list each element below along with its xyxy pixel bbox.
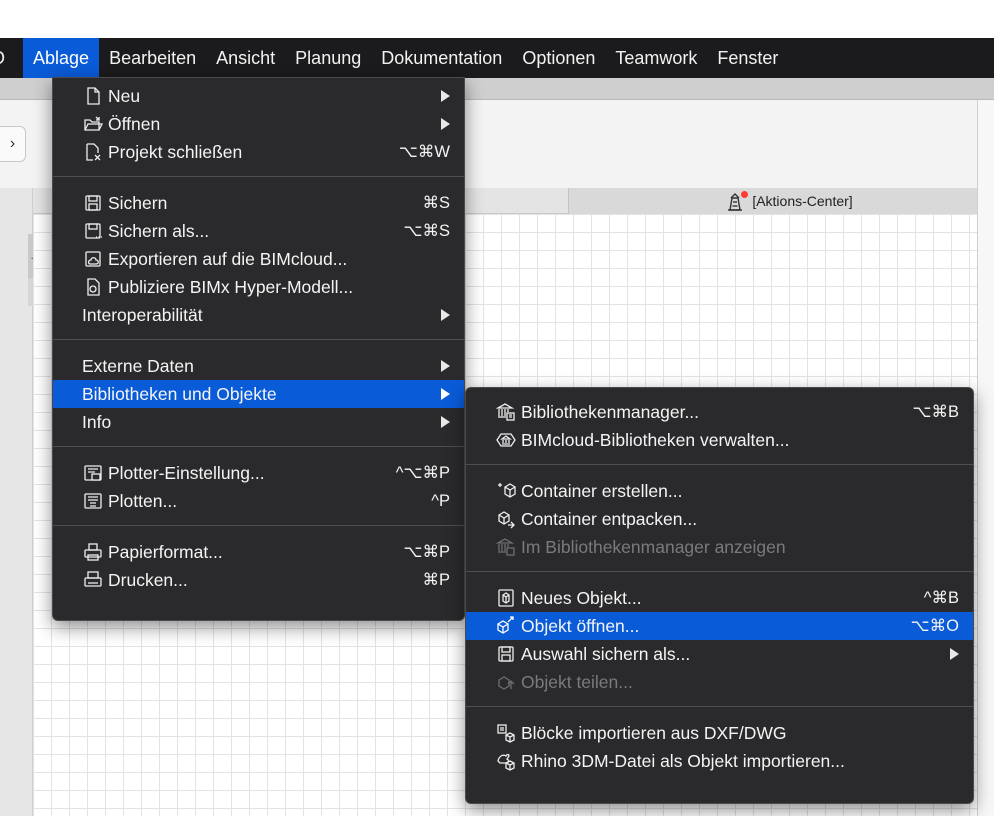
notification-dot [741,191,749,198]
menu-separator [466,464,973,465]
menu-item-sichern-als[interactable]: Sichern als... ⌥⌘S [53,217,464,245]
menu-separator [466,571,973,572]
open-object-icon [495,615,517,637]
menubar-item-teamwork[interactable]: Teamwork [605,38,707,78]
menubar-item-bearbeiten[interactable]: Bearbeiten [99,38,206,78]
submenu-arrow-icon [950,648,959,660]
rhino-import-icon [495,750,517,772]
menubar-item-ansicht[interactable]: Ansicht [206,38,285,78]
tab-label: [Aktions-Center] [752,193,853,209]
ablage-menu: Neu Öffnen Projekt schließen ⌥⌘W Sichern… [52,77,465,621]
menu-item-interoperabilitaet[interactable]: Interoperabilität [53,301,464,329]
bibliotheken-submenu: Bibliothekenmanager... ⌥⌘B BIMcloud-Bibl… [465,387,974,804]
menu-item-bibliotheken-und-objekte[interactable]: Bibliotheken und Objekte [53,380,464,408]
new-object-icon [495,587,517,609]
menu-item-objekt-teilen: Objekt teilen... [466,668,973,696]
menu-item-papierformat[interactable]: Papierformat... ⌥⌘P [53,538,464,566]
close-document-icon [82,141,104,163]
menu-item-plotter-einstellung[interactable]: Plotter-Einstellung... ^⌥⌘P [53,459,464,487]
menu-item-neues-objekt[interactable]: Neues Objekt... ^⌘B [466,584,973,612]
container-extract-icon [495,508,517,530]
plotter-settings-icon [82,462,104,484]
bimcloud-library-icon [495,429,517,451]
menu-item-auswahl-sichern-als[interactable]: Auswahl sichern als... [466,640,973,668]
share-object-icon [495,671,517,693]
menu-separator [53,525,464,526]
right-panel-edge [977,100,994,816]
menubar-item-optionen[interactable]: Optionen [512,38,605,78]
menu-item-bibliothekenmanager[interactable]: Bibliothekenmanager... ⌥⌘B [466,398,973,426]
page-setup-icon [82,541,104,563]
bimx-icon [82,276,104,298]
import-blocks-icon [495,722,517,744]
submenu-arrow-icon [441,118,450,130]
menu-separator [53,176,464,177]
menu-item-rhino-importieren[interactable]: Rhino 3DM-Datei als Objekt importieren..… [466,747,973,775]
menubar-item-fenster[interactable]: Fenster [707,38,788,78]
submenu-arrow-icon [441,90,450,102]
save-selection-icon [495,643,517,665]
menu-item-objekt-oeffnen[interactable]: Objekt öffnen... ⌥⌘O [466,612,973,640]
menu-bar: D Ablage Bearbeiten Ansicht Planung Doku… [0,38,994,78]
menu-item-neu[interactable]: Neu [53,82,464,110]
menubar-item-dokumentation[interactable]: Dokumentation [371,38,512,78]
library-show-icon [495,536,517,558]
tab-aktions-center[interactable]: [Aktions-Center] [568,188,994,214]
lighthouse-icon [724,190,749,212]
sidebar-toggle-button[interactable]: › [0,126,26,162]
export-cloud-icon [82,248,104,270]
menu-item-container-entpacken[interactable]: Container entpacken... [466,505,973,533]
menu-item-exportieren-bimcloud[interactable]: Exportieren auf die BIMcloud... [53,245,464,273]
menu-item-bloecke-importieren[interactable]: Blöcke importieren aus DXF/DWG [466,719,973,747]
library-manager-icon [495,401,517,423]
menubar-item-ablage[interactable]: Ablage [23,38,100,78]
submenu-arrow-icon [441,360,450,372]
menu-item-plotten[interactable]: Plotten... ^P [53,487,464,515]
menubar-item-planung[interactable]: Planung [285,38,371,78]
menu-separator [53,339,464,340]
menu-item-publiziere-bimx[interactable]: Publiziere BIMx Hyper-Modell... [53,273,464,301]
new-document-icon [82,85,104,107]
menubar-item-app[interactable]: D [0,38,23,78]
submenu-arrow-icon [441,416,450,428]
menu-item-bimcloud-bibliotheken[interactable]: BIMcloud-Bibliotheken verwalten... [466,426,973,454]
container-create-icon [495,480,517,502]
submenu-arrow-icon [441,388,450,400]
save-icon [82,192,104,214]
menu-item-info[interactable]: Info [53,408,464,436]
open-folder-icon [82,113,104,135]
save-as-icon [82,220,104,242]
menu-separator [53,446,464,447]
menu-item-im-bibliothekenmanager-anzeigen: Im Bibliothekenmanager anzeigen [466,533,973,561]
submenu-arrow-icon [441,309,450,321]
menu-item-drucken[interactable]: Drucken... ⌘P [53,566,464,594]
menu-item-container-erstellen[interactable]: Container erstellen... [466,477,973,505]
menu-item-sichern[interactable]: Sichern ⌘S [53,189,464,217]
menu-item-oeffnen[interactable]: Öffnen [53,110,464,138]
plotter-icon [82,490,104,512]
menu-item-projekt-schliessen[interactable]: Projekt schließen ⌥⌘W [53,138,464,166]
menu-separator [466,706,973,707]
menu-item-externe-daten[interactable]: Externe Daten [53,352,464,380]
printer-icon [82,569,104,591]
